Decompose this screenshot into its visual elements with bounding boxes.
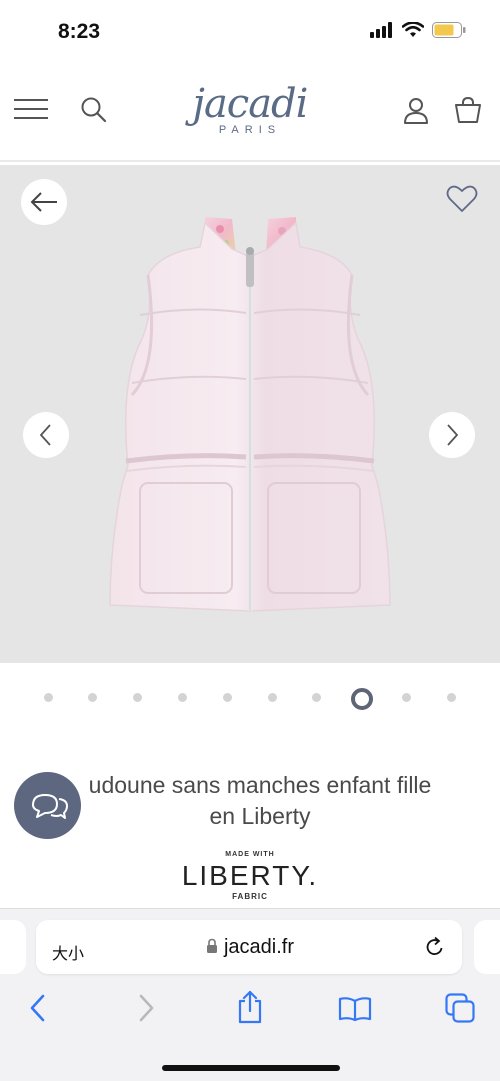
liberty-logo: LIBERTY.	[181, 860, 319, 891]
next-image-button[interactable]	[429, 412, 475, 458]
arrow-left-icon	[30, 192, 57, 212]
favorite-heart-icon[interactable]	[446, 185, 478, 218]
pagination-dot[interactable]	[222, 693, 232, 702]
previous-image-button[interactable]	[23, 412, 69, 458]
battery-icon	[432, 22, 466, 38]
bookmarks-icon[interactable]	[338, 996, 372, 1027]
chevron-right-icon	[447, 424, 459, 446]
pagination-dot[interactable]	[267, 693, 277, 702]
product-gallery[interactable]	[0, 165, 500, 663]
pagination-dot[interactable]	[43, 693, 53, 702]
made-with-label: MADE WITH	[225, 851, 275, 858]
status-time: 8:23	[58, 20, 101, 43]
back-button[interactable]	[21, 179, 67, 225]
product-title: udoune sans manches enfant fille en Libe…	[40, 770, 480, 832]
pagination-dot[interactable]	[401, 693, 411, 702]
product-image	[109, 217, 391, 612]
wifi-icon	[402, 22, 424, 37]
tabs-icon[interactable]	[445, 993, 475, 1028]
lock-icon	[206, 938, 217, 953]
pagination-dot-active[interactable]	[350, 688, 373, 710]
pagination-dot[interactable]	[446, 693, 456, 702]
chevron-left-icon	[39, 424, 51, 446]
product-title-line-1: udoune sans manches enfant fille	[88, 772, 432, 798]
reload-icon[interactable]	[424, 936, 446, 963]
url-text: jacadi.fr	[223, 936, 295, 958]
browser-back-icon[interactable]	[29, 994, 47, 1027]
account-icon[interactable]	[402, 96, 430, 129]
cellular-signal-icon	[370, 22, 392, 38]
gallery-pagination	[0, 686, 500, 710]
shopping-bag-icon[interactable]	[454, 96, 482, 129]
pagination-dot[interactable]	[312, 693, 322, 702]
share-icon[interactable]	[236, 990, 264, 1029]
status-icons	[370, 22, 466, 38]
chat-button[interactable]	[14, 772, 81, 839]
fabric-label: FABRIC	[232, 892, 268, 901]
product-title-line-2: en Liberty	[209, 803, 311, 829]
home-indicator	[162, 1065, 340, 1071]
chat-icon	[31, 793, 68, 819]
pagination-dot[interactable]	[88, 693, 98, 702]
pagination-dot[interactable]	[133, 693, 143, 702]
browser-forward-icon[interactable]	[137, 994, 155, 1027]
pagination-dot[interactable]	[177, 693, 187, 702]
